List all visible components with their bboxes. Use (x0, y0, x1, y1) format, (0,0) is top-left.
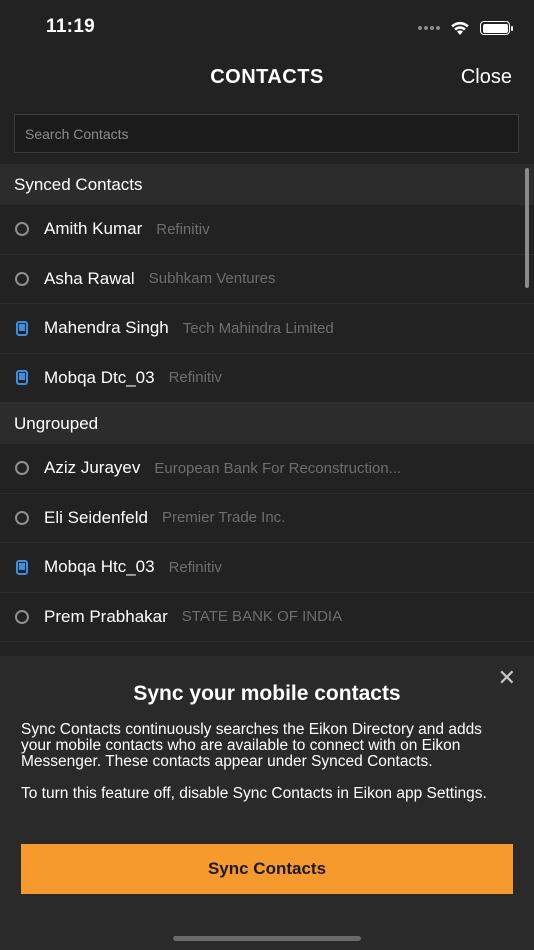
contact-name: Aziz Jurayev (44, 458, 141, 478)
presence-ring-icon (14, 221, 30, 237)
presence-ring-icon (14, 510, 30, 526)
contact-row[interactable]: Mobqa Htc_03 Refinitiv (0, 543, 534, 593)
contact-row[interactable]: Amith Kumar Refinitiv (0, 205, 534, 255)
status-bar: 11:19 (0, 0, 534, 56)
mobile-device-icon (14, 320, 30, 336)
contact-row[interactable]: Prem Prabhakar STATE BANK OF INDIA (0, 592, 534, 642)
contact-company: Refinitiv (168, 558, 222, 576)
contact-name: Mahendra Singh (44, 318, 169, 338)
contact-row[interactable]: Mobqa Dtc_03 Refinitiv (0, 353, 534, 403)
contact-row[interactable]: Mahendra Singh Tech Mahindra Limited (0, 304, 534, 354)
presence-ring-icon (14, 271, 30, 287)
contact-name: Mobqa Htc_03 (44, 557, 155, 577)
home-indicator[interactable] (173, 936, 361, 941)
contact-name: Prem Prabhakar (44, 606, 168, 626)
contact-name: Eli Seidenfeld (44, 507, 148, 527)
contact-company: STATE BANK OF INDIA (181, 608, 343, 626)
cellular-signal-icon (418, 26, 440, 30)
sync-contacts-sheet: ✕ Sync your mobile contacts Sync Contact… (0, 656, 534, 950)
contact-list: Synced Contacts Amith Kumar Refinitiv As… (0, 164, 534, 642)
list-scrollbar[interactable] (525, 168, 529, 288)
contact-company: Refinitiv (156, 220, 210, 238)
contact-row[interactable]: Aziz Jurayev European Bank For Reconstru… (0, 444, 534, 494)
status-time: 11:19 (46, 16, 96, 37)
status-icons (418, 18, 513, 38)
contact-name: Mobqa Dtc_03 (44, 367, 155, 387)
search-bar (14, 114, 519, 153)
sheet-paragraph: Sync Contacts continuously searches the … (21, 721, 482, 770)
sheet-description: Sync Contacts continuously searches the … (21, 722, 515, 818)
contact-company: European Bank For Reconstruction... (154, 459, 402, 477)
page-title: CONTACTS (210, 66, 324, 88)
presence-ring-icon (14, 460, 30, 476)
contact-company: Premier Trade Inc. (161, 509, 286, 527)
sheet-paragraph: To turn this feature off, disable Sync C… (21, 785, 487, 802)
battery-icon (480, 21, 513, 35)
mobile-device-icon (14, 370, 30, 386)
close-button[interactable]: Close (461, 66, 512, 89)
contact-name: Amith Kumar (44, 219, 143, 239)
section-header-ungrouped: Ungrouped (0, 403, 534, 444)
contact-row[interactable]: Asha Rawal Subhkam Ventures (0, 254, 534, 304)
presence-ring-icon (14, 609, 30, 625)
contact-company: Refinitiv (168, 369, 222, 387)
wifi-icon (451, 21, 469, 35)
search-input[interactable] (15, 115, 518, 152)
contact-company: Subhkam Ventures (148, 270, 276, 288)
mobile-device-icon (14, 559, 30, 575)
section-header-synced-contacts: Synced Contacts (0, 164, 534, 205)
sheet-title: Sync your mobile contacts (133, 682, 401, 705)
contact-row[interactable]: Eli Seidenfeld Premier Trade Inc. (0, 493, 534, 543)
sync-contacts-button[interactable]: Sync Contacts (21, 844, 513, 894)
contact-name: Asha Rawal (44, 268, 135, 288)
contact-company: Tech Mahindra Limited (182, 319, 334, 337)
